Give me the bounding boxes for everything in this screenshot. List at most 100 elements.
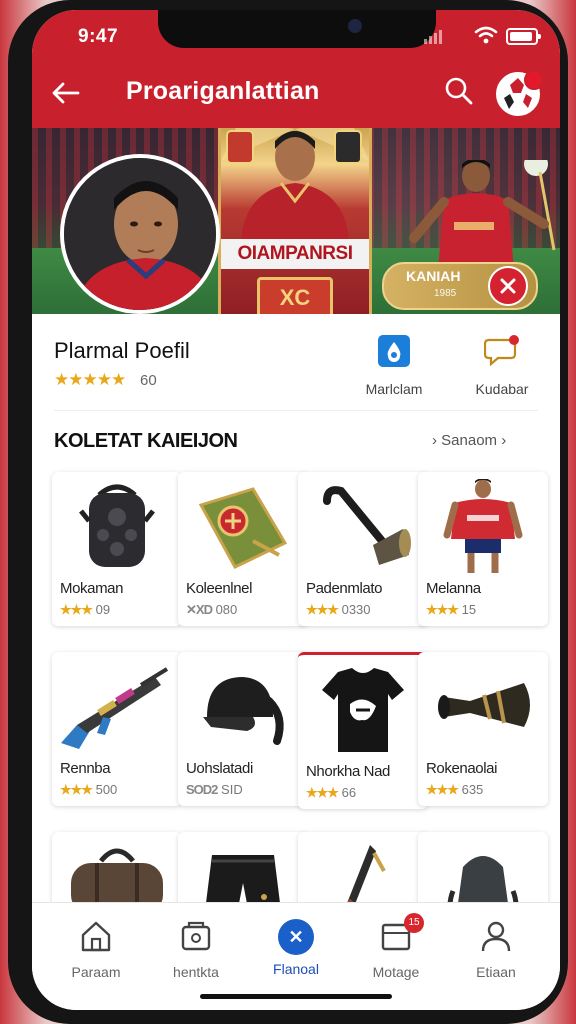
rifle-icon bbox=[61, 667, 169, 749]
profile-name: Plarmal Poefil bbox=[54, 338, 190, 363]
rating-value: 60 bbox=[140, 372, 157, 389]
item-name: Melanna bbox=[426, 580, 481, 597]
card-badge: XC bbox=[257, 277, 333, 314]
collection-item[interactable]: Nhorkha Nad ★★★ 66 bbox=[298, 652, 428, 809]
pill-subtitle: 1985 bbox=[434, 288, 457, 299]
back-arrow-icon[interactable] bbox=[50, 78, 82, 108]
pill-title: KANIAH bbox=[406, 268, 461, 284]
nav-item-etiaan[interactable]: Etiaan bbox=[446, 919, 546, 980]
hero-banner: OIAMPANRSI XC KANIAH 1985 bbox=[32, 128, 560, 314]
collection-item[interactable]: Koleenlnel ✕XD 080 bbox=[178, 472, 308, 626]
item-name: Koleenlnel bbox=[186, 580, 253, 597]
item-stars: SOD2 bbox=[186, 782, 218, 797]
collection-item[interactable]: Mokaman ★★★ 09 bbox=[52, 472, 182, 626]
cap-icon bbox=[203, 677, 284, 745]
jersey-player-icon bbox=[443, 479, 523, 573]
item-value: 15 bbox=[461, 602, 477, 617]
avatar-photo bbox=[64, 158, 216, 310]
phone-frame: 9:47 Proariganlattian OIAMPANRSI XC KANI… bbox=[8, 0, 568, 1024]
rating-stars: ★★★★★ bbox=[54, 370, 126, 389]
collection-item[interactable]: Rennba ★★★ 500 bbox=[52, 652, 182, 806]
divider bbox=[54, 410, 538, 411]
see-all-label: Sanaom bbox=[441, 432, 498, 449]
horn-icon bbox=[438, 683, 530, 727]
camera-notch bbox=[158, 10, 436, 48]
featured-pill[interactable]: KANIAH 1985 bbox=[382, 262, 538, 310]
nav-item-flanoal[interactable]: ✕ Flanoal bbox=[246, 919, 346, 977]
action-kudabar-button[interactable]: Kudabar bbox=[462, 334, 542, 397]
item-name: Uohslatadi bbox=[186, 760, 253, 777]
item-name: Nhorkha Nad bbox=[306, 763, 390, 780]
notification-badge: 15 bbox=[404, 913, 424, 933]
item-value: 635 bbox=[461, 782, 484, 797]
item-stars: ★★★ bbox=[426, 782, 459, 797]
page-title: Proariganlattian bbox=[126, 77, 320, 105]
item-rating: ★★★ 09 bbox=[60, 602, 110, 618]
item-value: 080 bbox=[215, 602, 238, 617]
vuvuzela-icon bbox=[323, 486, 411, 565]
item-value: 66 bbox=[341, 785, 357, 800]
section-title: KOLETAT KAIEIJON bbox=[54, 430, 238, 452]
item-stars: ★★★ bbox=[306, 602, 339, 617]
item-name: Padenmlato bbox=[306, 580, 383, 597]
collection-item[interactable]: Padenmlato ★★★ 0330 bbox=[298, 472, 428, 626]
search-icon[interactable] bbox=[444, 76, 474, 108]
collection-item[interactable]: Melanna ★★★ 15 bbox=[418, 472, 548, 626]
action-marlclam-button[interactable]: Marlclam bbox=[354, 334, 434, 397]
nav-label: hentkta bbox=[173, 964, 219, 980]
card-banner-text: OIAMPANRSI bbox=[221, 239, 369, 269]
item-value: SID bbox=[221, 782, 243, 797]
app-screen: 9:47 Proariganlattian OIAMPANRSI XC KANI… bbox=[32, 10, 560, 1010]
signal-icon bbox=[424, 30, 442, 44]
wallet-icon bbox=[181, 921, 211, 951]
item-name: Mokaman bbox=[60, 580, 124, 597]
item-value: 0330 bbox=[341, 602, 371, 617]
home-icon bbox=[81, 921, 111, 952]
action-label: Kudabar bbox=[475, 381, 529, 397]
notification-dot bbox=[524, 70, 544, 90]
item-rating: ★★★ 500 bbox=[60, 782, 117, 798]
water-drop-icon bbox=[378, 335, 410, 367]
nav-item-motage[interactable]: 15 Motage bbox=[346, 913, 446, 980]
nav-item-hentkta[interactable]: hentkta bbox=[146, 919, 246, 980]
front-camera bbox=[348, 19, 362, 33]
item-stars: ★★★ bbox=[60, 602, 93, 617]
see-all-link[interactable]: › Sanaom › bbox=[432, 432, 506, 449]
wifi-icon bbox=[474, 26, 498, 44]
collection-item[interactable]: Rokenaolai ★★★ 635 bbox=[418, 652, 548, 806]
player-card[interactable]: OIAMPANRSI XC bbox=[218, 128, 372, 314]
nav-label: Flanoal bbox=[273, 961, 319, 977]
action-label: Marlclam bbox=[365, 381, 423, 397]
chat-bubble-icon bbox=[483, 335, 519, 367]
item-stars: ★★★ bbox=[306, 785, 339, 800]
backpack-icon bbox=[79, 484, 155, 567]
item-stars: ★★★ bbox=[426, 602, 459, 617]
profile-section: Plarmal Poefil ★★★★★ 60 Marlclam Kudabar bbox=[32, 314, 560, 410]
person-icon bbox=[481, 921, 511, 952]
nav-label: Paraam bbox=[71, 964, 121, 980]
chevron-left-icon: › bbox=[432, 432, 442, 449]
nav-label: Motage bbox=[372, 964, 420, 980]
item-value: 500 bbox=[95, 782, 118, 797]
item-rating: ✕XD 080 bbox=[186, 602, 237, 618]
chevron-right-icon: › bbox=[497, 432, 507, 449]
item-name: Rokenaolai bbox=[426, 760, 498, 777]
pill-action-icon[interactable] bbox=[488, 266, 528, 306]
pennant-icon bbox=[198, 487, 288, 569]
item-stars: ✕XD bbox=[186, 602, 213, 617]
nav-label: Etiaan bbox=[476, 964, 516, 980]
item-rating: ★★★ 66 bbox=[306, 785, 356, 801]
collection-item[interactable]: Uohslatadi SOD2 SID bbox=[178, 652, 308, 806]
app-bar: Proariganlattian bbox=[32, 60, 560, 128]
item-stars: ★★★ bbox=[60, 782, 93, 797]
status-time: 9:47 bbox=[78, 26, 119, 47]
item-name: Rennba bbox=[60, 760, 111, 777]
center-x-icon: ✕ bbox=[278, 919, 314, 955]
item-value: 09 bbox=[95, 602, 111, 617]
home-indicator bbox=[200, 994, 392, 999]
battery-icon bbox=[506, 28, 541, 45]
profile-avatar[interactable] bbox=[60, 154, 220, 314]
card-player-illustration bbox=[221, 128, 369, 241]
item-rating: SOD2 SID bbox=[186, 782, 243, 797]
nav-item-paraam[interactable]: Paraam bbox=[46, 919, 146, 980]
